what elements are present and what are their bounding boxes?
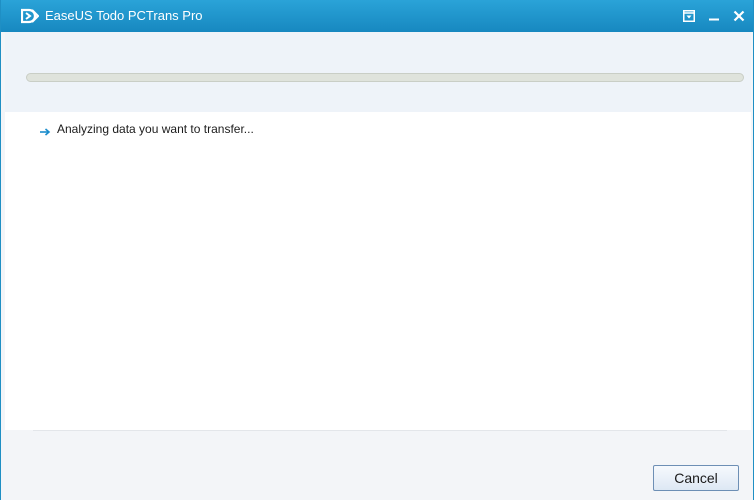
cancel-button[interactable]: Cancel bbox=[653, 465, 739, 491]
dropdown-menu-icon[interactable] bbox=[681, 8, 697, 24]
status-text: Analyzing data you want to transfer... bbox=[57, 122, 254, 136]
close-icon[interactable] bbox=[731, 8, 747, 24]
window-title: EaseUS Todo PCTrans Pro bbox=[45, 8, 203, 23]
arrow-right-icon bbox=[39, 124, 51, 136]
progress-panel bbox=[5, 32, 751, 112]
title-bar[interactable]: EaseUS Todo PCTrans Pro bbox=[1, 0, 753, 32]
easeus-logo-icon bbox=[20, 8, 40, 24]
app-window: EaseUS Todo PCTrans Pro Analyzing data y… bbox=[0, 0, 754, 500]
progress-bar bbox=[26, 73, 744, 82]
footer-bar: Cancel bbox=[5, 430, 751, 500]
divider bbox=[33, 430, 727, 431]
minimize-icon[interactable] bbox=[706, 8, 722, 24]
status-message: Analyzing data you want to transfer... bbox=[39, 122, 254, 136]
content-area: Analyzing data you want to transfer... bbox=[5, 112, 751, 430]
